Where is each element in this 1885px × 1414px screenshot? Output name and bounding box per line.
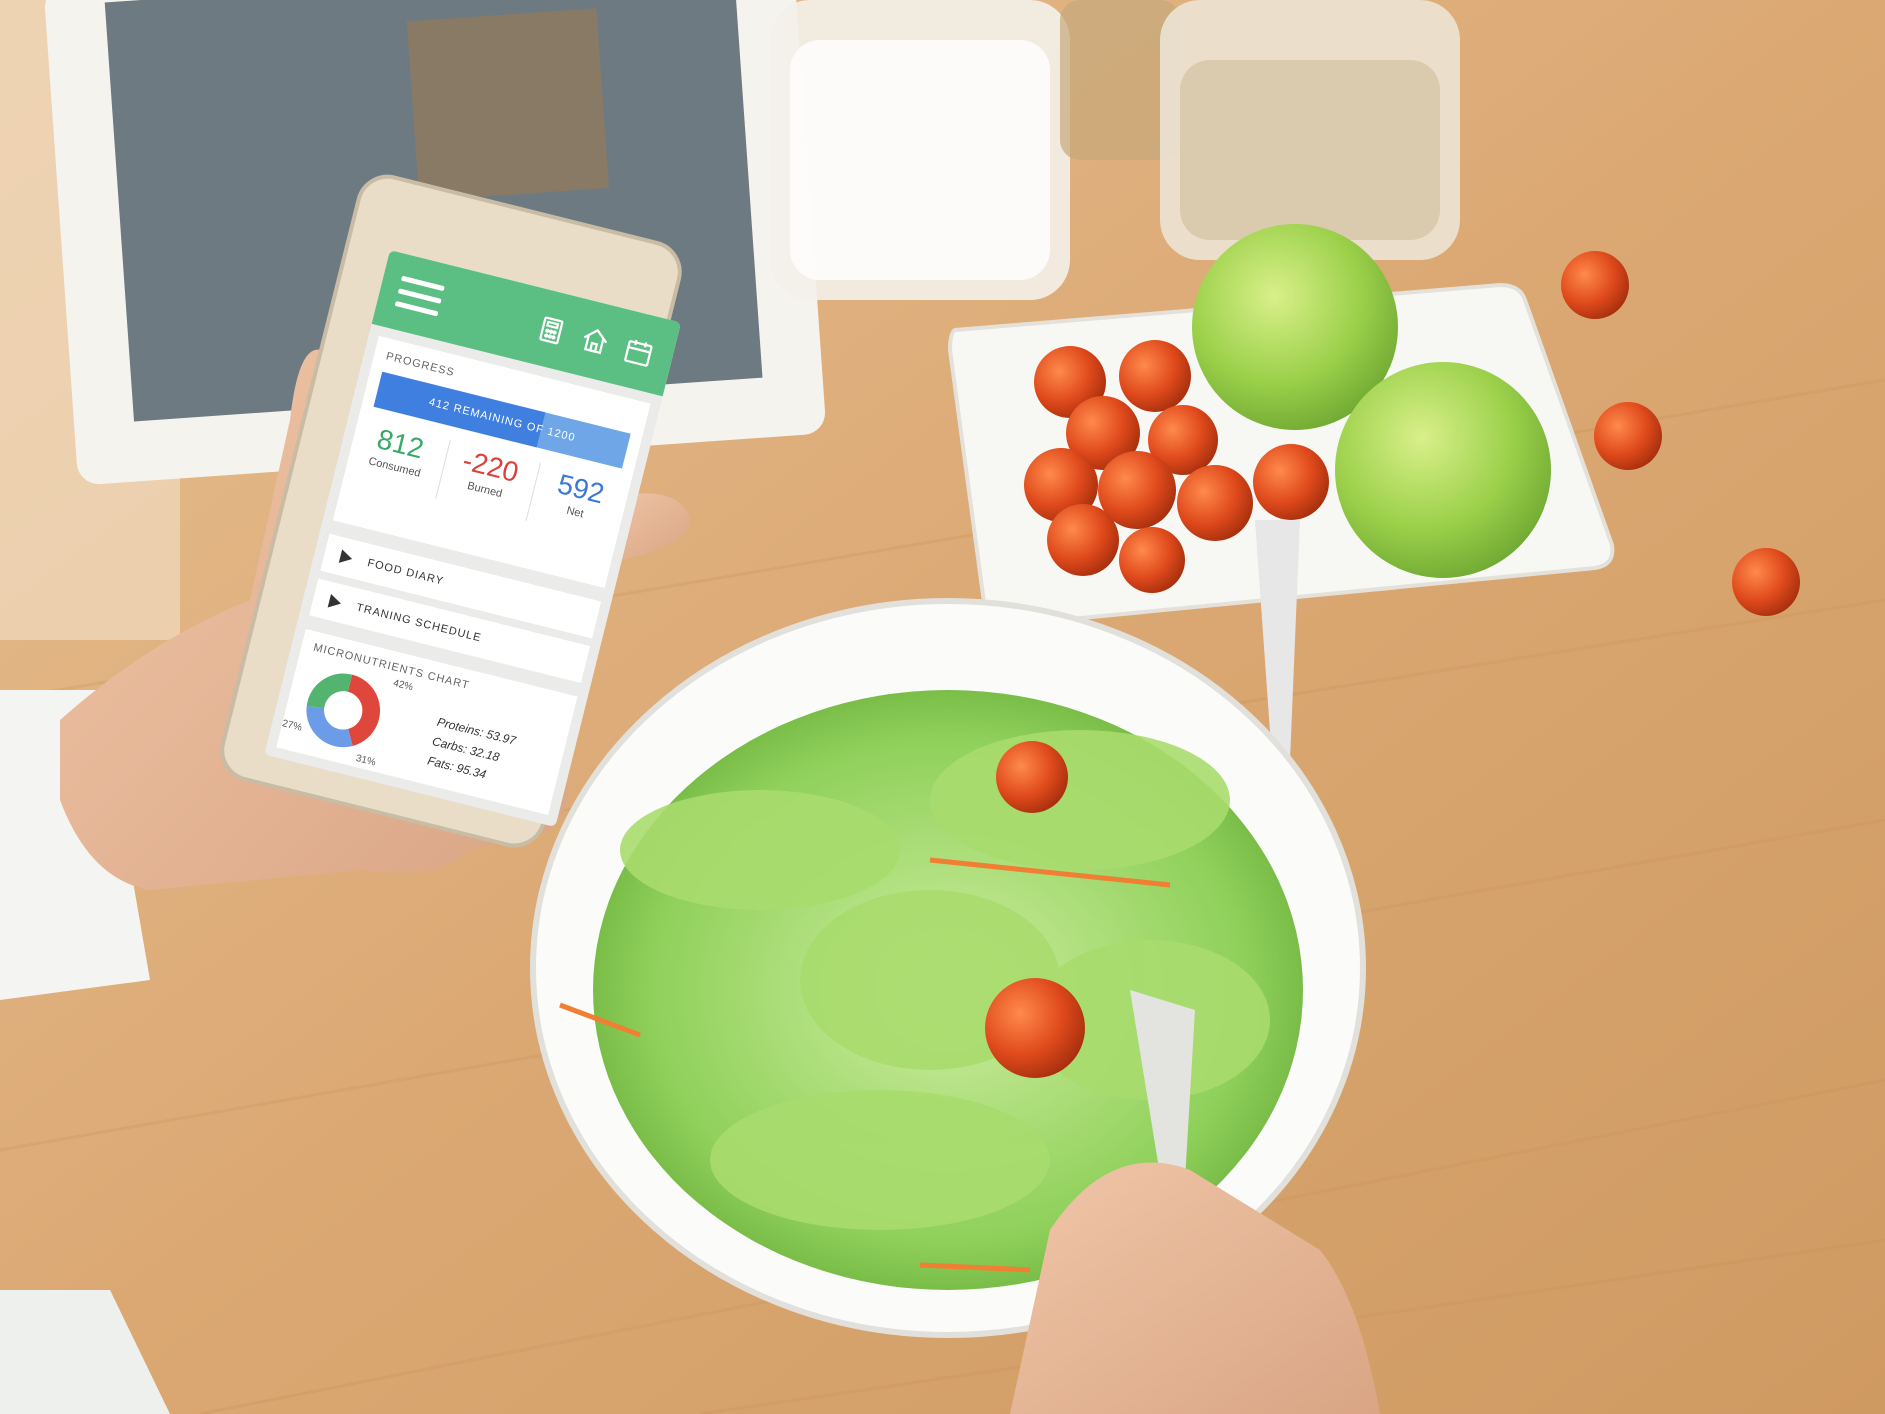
- macros-list: Proteins: 53.97 Carbs: 32.18 Fats: 95.34: [425, 712, 518, 790]
- play-arrow-icon: [327, 593, 343, 611]
- stat-net: 592 Net: [532, 463, 627, 528]
- calculator-icon[interactable]: [532, 312, 570, 349]
- slice-pct-1: 42%: [391, 677, 415, 694]
- menu-icon[interactable]: [394, 275, 445, 318]
- micronutrients-donut: [306, 673, 381, 748]
- home-icon[interactable]: [576, 323, 614, 360]
- row-label: TRANING SCHEDULE: [355, 601, 483, 645]
- stat-consumed: 812 Consumed: [351, 418, 446, 483]
- donut-slice-2: [306, 706, 353, 748]
- calendar-icon[interactable]: [620, 334, 658, 371]
- play-arrow-icon: [338, 549, 354, 566]
- row-label: FOOD DIARY: [366, 557, 446, 588]
- stat-burned: -220 Burned: [442, 441, 537, 506]
- slice-pct-2: 31%: [354, 753, 377, 769]
